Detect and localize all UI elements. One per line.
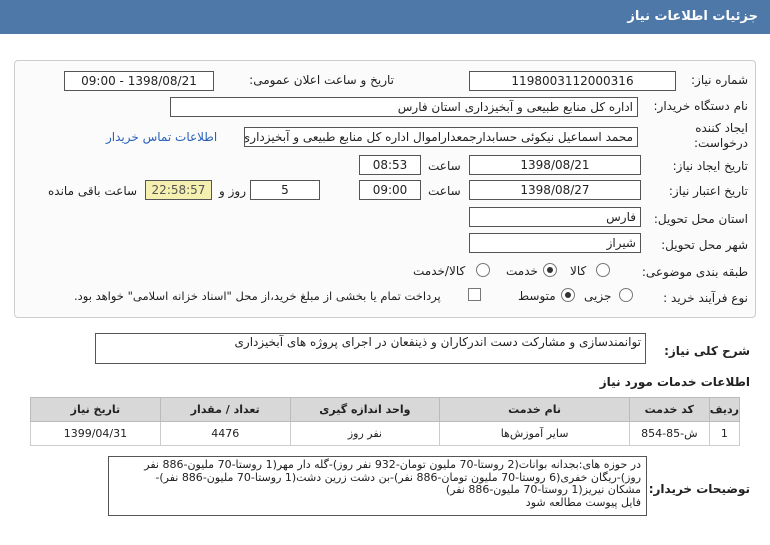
row-number: 1 [708,421,741,446]
buyer-field[interactable]: اداره کل منابع طبیعی و آبخیزداری استان ف… [170,97,638,117]
buyer-notes-line: فایل پیوست مطالعه شود [525,495,641,509]
col-row: ردیف [708,397,741,422]
city-label: شهر محل تحویل: [661,238,748,252]
summary-field[interactable]: توانمندسازی و مشارکت دست اندرکاران و ذین… [95,333,646,364]
buyer-notes-field[interactable]: در حوزه های:بجدانه بوانات(2 روستا-70 ملی… [108,456,647,516]
valid-time-field[interactable]: 09:00 [359,180,421,200]
need-number-label: شماره نیاز: [691,73,748,87]
category-radio-goods[interactable] [596,263,610,277]
col-service-code: کد خدمت [628,397,710,422]
page-header: جزئیات اطلاعات نیاز [0,0,770,34]
created-time-label: ساعت [428,159,461,173]
service-name: سایر آموزش‌ها [439,421,630,446]
province-label: استان محل تحویل: [653,212,748,226]
services-table-header: ردیف کد خدمت نام خدمت واحد اندازه گیری ت… [30,397,741,422]
announce-field[interactable]: 1398/08/21 - 09:00 [64,71,214,91]
creator-label-line1: ایجاد کننده [695,121,748,135]
need-number-field[interactable]: 1198003112000316 [469,71,676,91]
page-title: جزئیات اطلاعات نیاز [627,9,758,24]
category-radio-goods-service[interactable] [476,263,490,277]
valid-date-field[interactable]: 1398/08/27 [469,180,641,200]
process-radio-minor[interactable] [619,288,633,302]
announce-label: تاریخ و ساعت اعلان عمومی: [249,73,394,87]
need-date: 1399/04/31 [30,421,161,446]
buyer-notes-line: مشکان نیریز(1 روستا-70 ملیون-886 نفر) [445,483,641,496]
buyer-contact-link[interactable]: اطلاعات تماس خریدار [106,130,217,144]
created-date-field[interactable]: 1398/08/21 [469,155,641,175]
valid-time-label: ساعت [428,184,461,198]
process-radio-medium[interactable] [561,288,575,302]
province-field[interactable]: فارس [469,207,641,227]
category-label: طبقه بندی موضوعی: [641,265,748,279]
remaining-time-field[interactable]: 22:58:57 [145,180,212,200]
process-label: نوع فرآیند خرید : [663,291,748,305]
buyer-notes-line: در حوزه های:بجدانه بوانات(2 روستا-70 ملی… [144,458,641,471]
buyer-notes-label: توضیحات خریدار: [648,482,750,496]
category-option-goods-service: کالا/خدمت [413,264,466,278]
services-table: ردیف کد خدمت نام خدمت واحد اندازه گیری ت… [30,397,741,446]
creator-label-line2: درخواست: [694,136,748,150]
creator-field[interactable]: محمد اسماعیل نیکوئی حسابدارجمعداراموال ا… [244,127,638,147]
category-option-service: خدمت [506,264,538,278]
days-label: روز و [219,184,246,198]
category-radio-service[interactable] [543,263,557,277]
table-row[interactable]: 1 ش-85-854 سایر آموزش‌ها نفر روز 4476 13… [30,421,741,446]
col-service-name: نام خدمت [439,397,630,422]
treasury-payment-checkbox[interactable] [468,288,481,301]
created-time-field[interactable]: 08:53 [359,155,421,175]
quantity: 4476 [159,421,291,446]
created-date-label: تاریخ ایجاد نیاز: [672,159,748,173]
col-quantity: تعداد / مقدار [159,397,291,422]
col-unit: واحد اندازه گیری [289,397,441,422]
col-need-date: تاریخ نیاز [30,397,161,422]
city-field[interactable]: شیراز [469,233,641,253]
category-option-goods: کالا [570,264,587,278]
remaining-label: ساعت باقی مانده [48,184,138,198]
services-title: اطلاعات خدمات مورد نیاز [599,375,750,389]
service-code: ش-85-854 [628,421,710,446]
summary-label: شرح کلی نیاز: [664,344,750,358]
process-option-medium: متوسط [518,289,556,303]
unit: نفر روز [289,421,441,446]
valid-date-label: تاریخ اعتبار نیاز: [668,184,748,198]
remaining-days-field[interactable]: 5 [250,180,320,200]
process-option-minor: جزیی [584,289,612,303]
treasury-payment-note: پرداخت تمام یا بخشی از مبلغ خرید،از محل … [74,289,441,303]
buyer-label: نام دستگاه خریدار: [653,99,749,113]
